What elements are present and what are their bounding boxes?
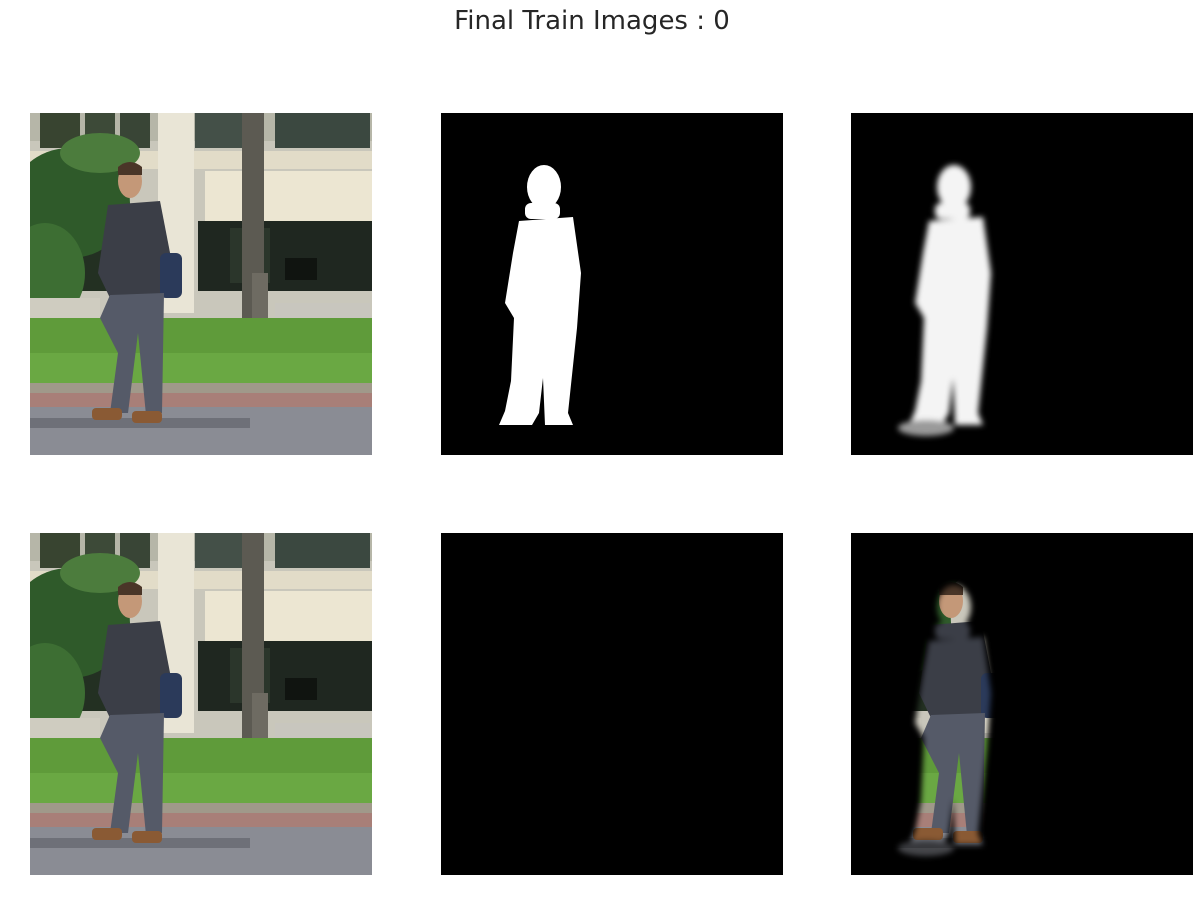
ground-truth-masked-photo-panel xyxy=(441,533,783,875)
ground-truth-mask-panel xyxy=(441,113,783,455)
figure: Final Train Images : 0 xyxy=(0,0,1202,902)
predicted-masked-photo-panel xyxy=(851,533,1193,875)
input-photo xyxy=(30,533,372,875)
predicted-mask-panel xyxy=(851,113,1193,455)
input-photo-panel xyxy=(30,533,372,875)
ground-truth-masked-photo xyxy=(441,533,783,875)
input-photo-panel xyxy=(30,113,372,455)
ground-truth-mask xyxy=(441,113,783,455)
predicted-masked-photo xyxy=(851,533,1193,875)
figure-title: Final Train Images : 0 xyxy=(454,6,730,36)
input-photo xyxy=(30,113,372,455)
predicted-mask xyxy=(851,113,1193,455)
